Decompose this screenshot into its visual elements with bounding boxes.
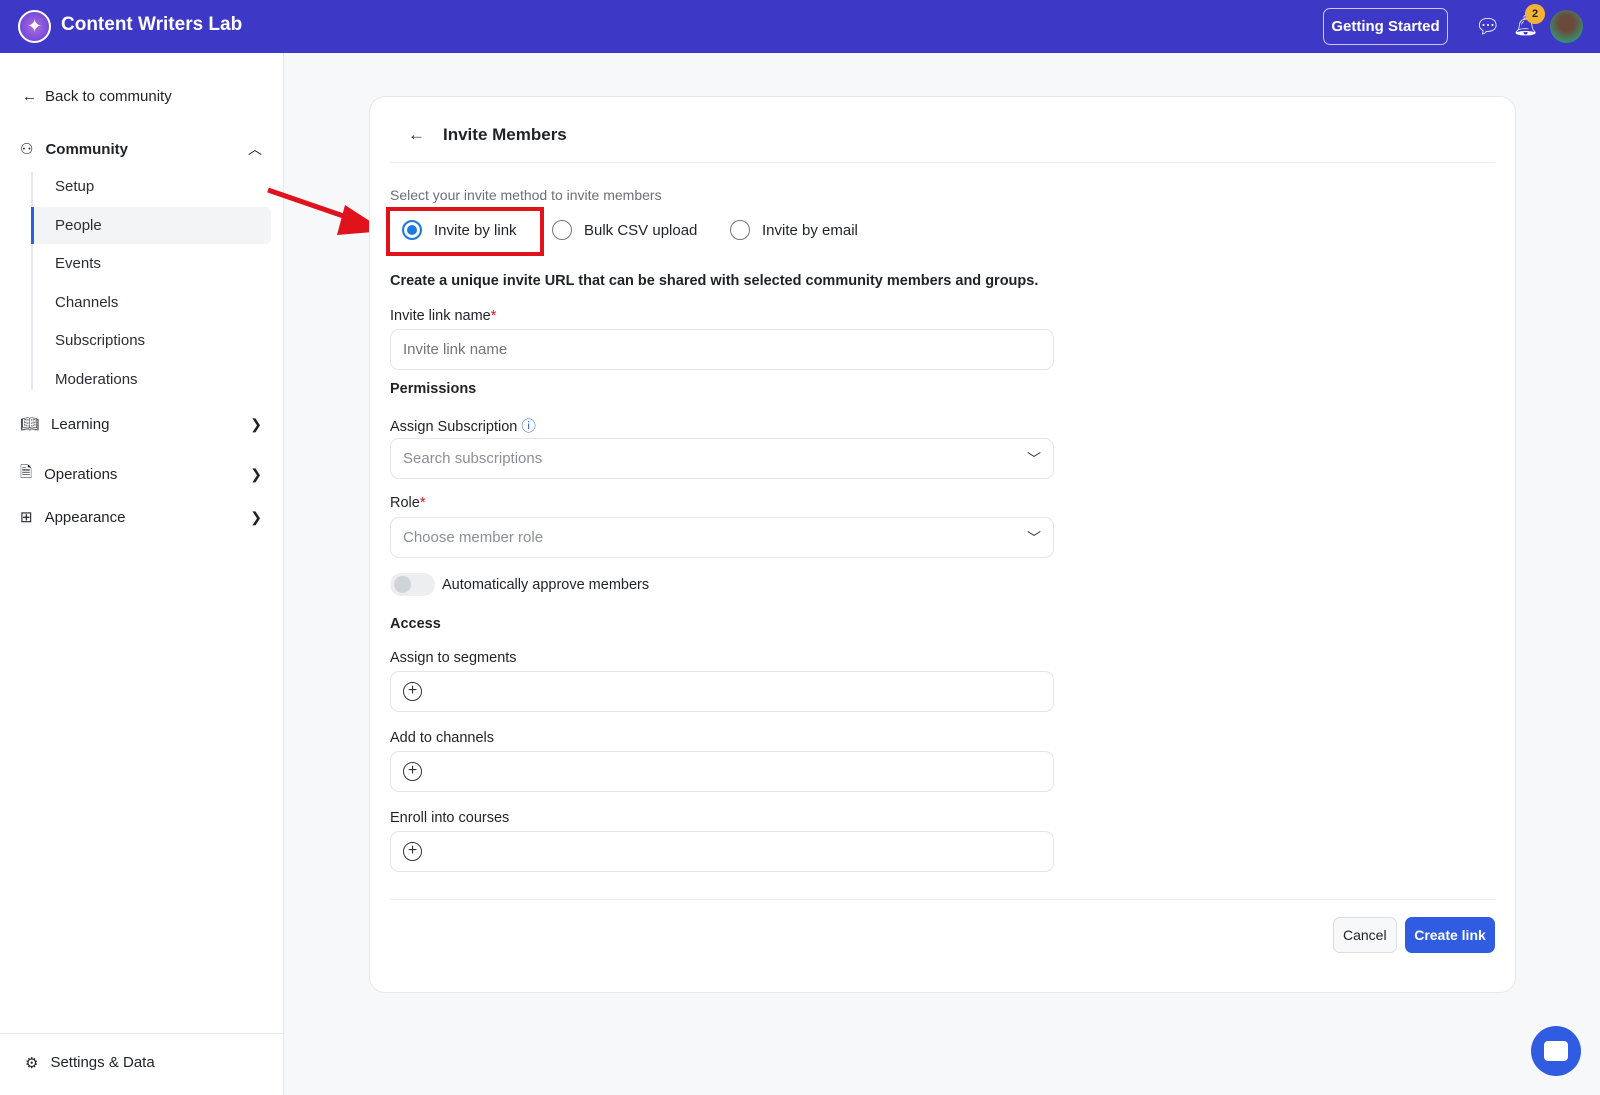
sidebar-item-people[interactable]: People xyxy=(55,217,102,234)
sidebar-item-moderations[interactable]: Moderations xyxy=(55,371,138,388)
appearance-icon: ⊞ xyxy=(20,509,33,526)
divider xyxy=(390,162,1495,163)
chat-icon[interactable]: 💬︎ xyxy=(1475,14,1500,39)
chevron-down-icon: ﹀ xyxy=(1027,450,1041,467)
radio-invite-by-link[interactable]: Invite by link xyxy=(402,220,517,240)
access-heading: Access xyxy=(390,616,441,632)
role-label: Role* xyxy=(390,495,426,511)
gear-icon: ⚙ xyxy=(25,1055,39,1072)
description: Create a unique invite URL that can be s… xyxy=(390,273,1039,289)
sidebar-item-events[interactable]: Events xyxy=(55,255,101,272)
role-select[interactable]: Choose member role ﹀ xyxy=(390,517,1054,558)
getting-started-button[interactable]: Getting Started xyxy=(1323,8,1448,45)
subscription-label: Assign Subscription ⓘ xyxy=(390,419,536,435)
sidebar-section-learning[interactable]: 📖︎ Learning ❯ xyxy=(20,415,262,434)
sidebar-section-community[interactable]: ⚇ Community ︿ xyxy=(20,139,262,159)
sidebar-item-channels[interactable]: Channels xyxy=(55,294,118,311)
plus-circle-icon: + xyxy=(403,842,422,861)
sidebar-section-operations[interactable]: 🗎︎ Operations ❯ xyxy=(20,462,262,487)
cancel-button[interactable]: Cancel xyxy=(1333,917,1397,953)
arrow-left-icon: ← xyxy=(22,88,37,105)
chevron-right-icon: ❯ xyxy=(250,508,262,525)
invite-link-name-input[interactable] xyxy=(390,329,1054,370)
operations-icon: 🗎︎ xyxy=(20,464,33,481)
channels-field[interactable]: + xyxy=(390,751,1054,792)
avatar[interactable] xyxy=(1550,10,1583,43)
chevron-down-icon: ﹀ xyxy=(1027,529,1041,546)
sidebar-item-subscriptions[interactable]: Subscriptions xyxy=(55,332,145,349)
chevron-right-icon: ❯ xyxy=(250,466,262,482)
permissions-heading: Permissions xyxy=(390,381,477,397)
brand-name[interactable]: Content Writers Lab xyxy=(61,14,242,36)
method-prompt: Select your invite method to invite memb… xyxy=(390,187,662,203)
divider xyxy=(31,172,33,390)
channels-label: Add to channels xyxy=(390,730,494,746)
logo-icon[interactable]: ✦ xyxy=(18,10,51,43)
segments-field[interactable]: + xyxy=(390,671,1054,712)
plus-circle-icon: + xyxy=(403,682,422,701)
link-name-label: Invite link name* xyxy=(390,308,497,324)
chevron-up-icon: ︿ xyxy=(248,141,262,157)
sidebar-section-appearance[interactable]: ⊞ Appearance ❯ xyxy=(20,508,262,527)
divider xyxy=(390,899,1495,900)
radio-bulk-csv-upload[interactable]: Bulk CSV upload xyxy=(552,220,697,240)
sidebar: ← Back to community ⚇ Community ︿ Setup Peo… xyxy=(0,53,284,1095)
courses-field[interactable]: + xyxy=(390,831,1054,872)
create-link-button[interactable]: Create link xyxy=(1405,917,1495,953)
auto-approve-label: Automatically approve members xyxy=(442,577,650,593)
radio-invite-by-email[interactable]: Invite by email xyxy=(730,220,858,240)
chat-widget-button[interactable] xyxy=(1531,1026,1581,1076)
back-arrow-icon[interactable]: ← xyxy=(408,125,425,145)
sidebar-item-setup[interactable]: Setup xyxy=(55,178,94,195)
page-title: Invite Members xyxy=(443,125,567,144)
back-to-community-link[interactable]: ← Back to community xyxy=(22,88,172,105)
top-header: ✦ Content Writers Lab Getting Started 💬︎… xyxy=(0,0,1600,53)
notification-badge: 2 xyxy=(1525,4,1545,24)
chat-bubble-icon xyxy=(1544,1041,1568,1061)
chevron-right-icon: ❯ xyxy=(250,415,262,432)
info-icon[interactable]: ⓘ xyxy=(521,419,536,435)
book-icon: 📖︎ xyxy=(20,416,40,433)
courses-label: Enroll into courses xyxy=(390,810,510,826)
subscription-select[interactable]: Search subscriptions ﹀ xyxy=(390,438,1054,479)
settings-data-link[interactable]: ⚙ Settings & Data xyxy=(0,1033,284,1092)
community-icon: ⚇ xyxy=(20,141,34,158)
segments-label: Assign to segments xyxy=(390,650,517,666)
auto-approve-toggle[interactable] xyxy=(390,573,435,596)
plus-circle-icon: + xyxy=(403,762,422,781)
invite-members-card: ← Invite Members Select your invite metho… xyxy=(369,96,1516,993)
